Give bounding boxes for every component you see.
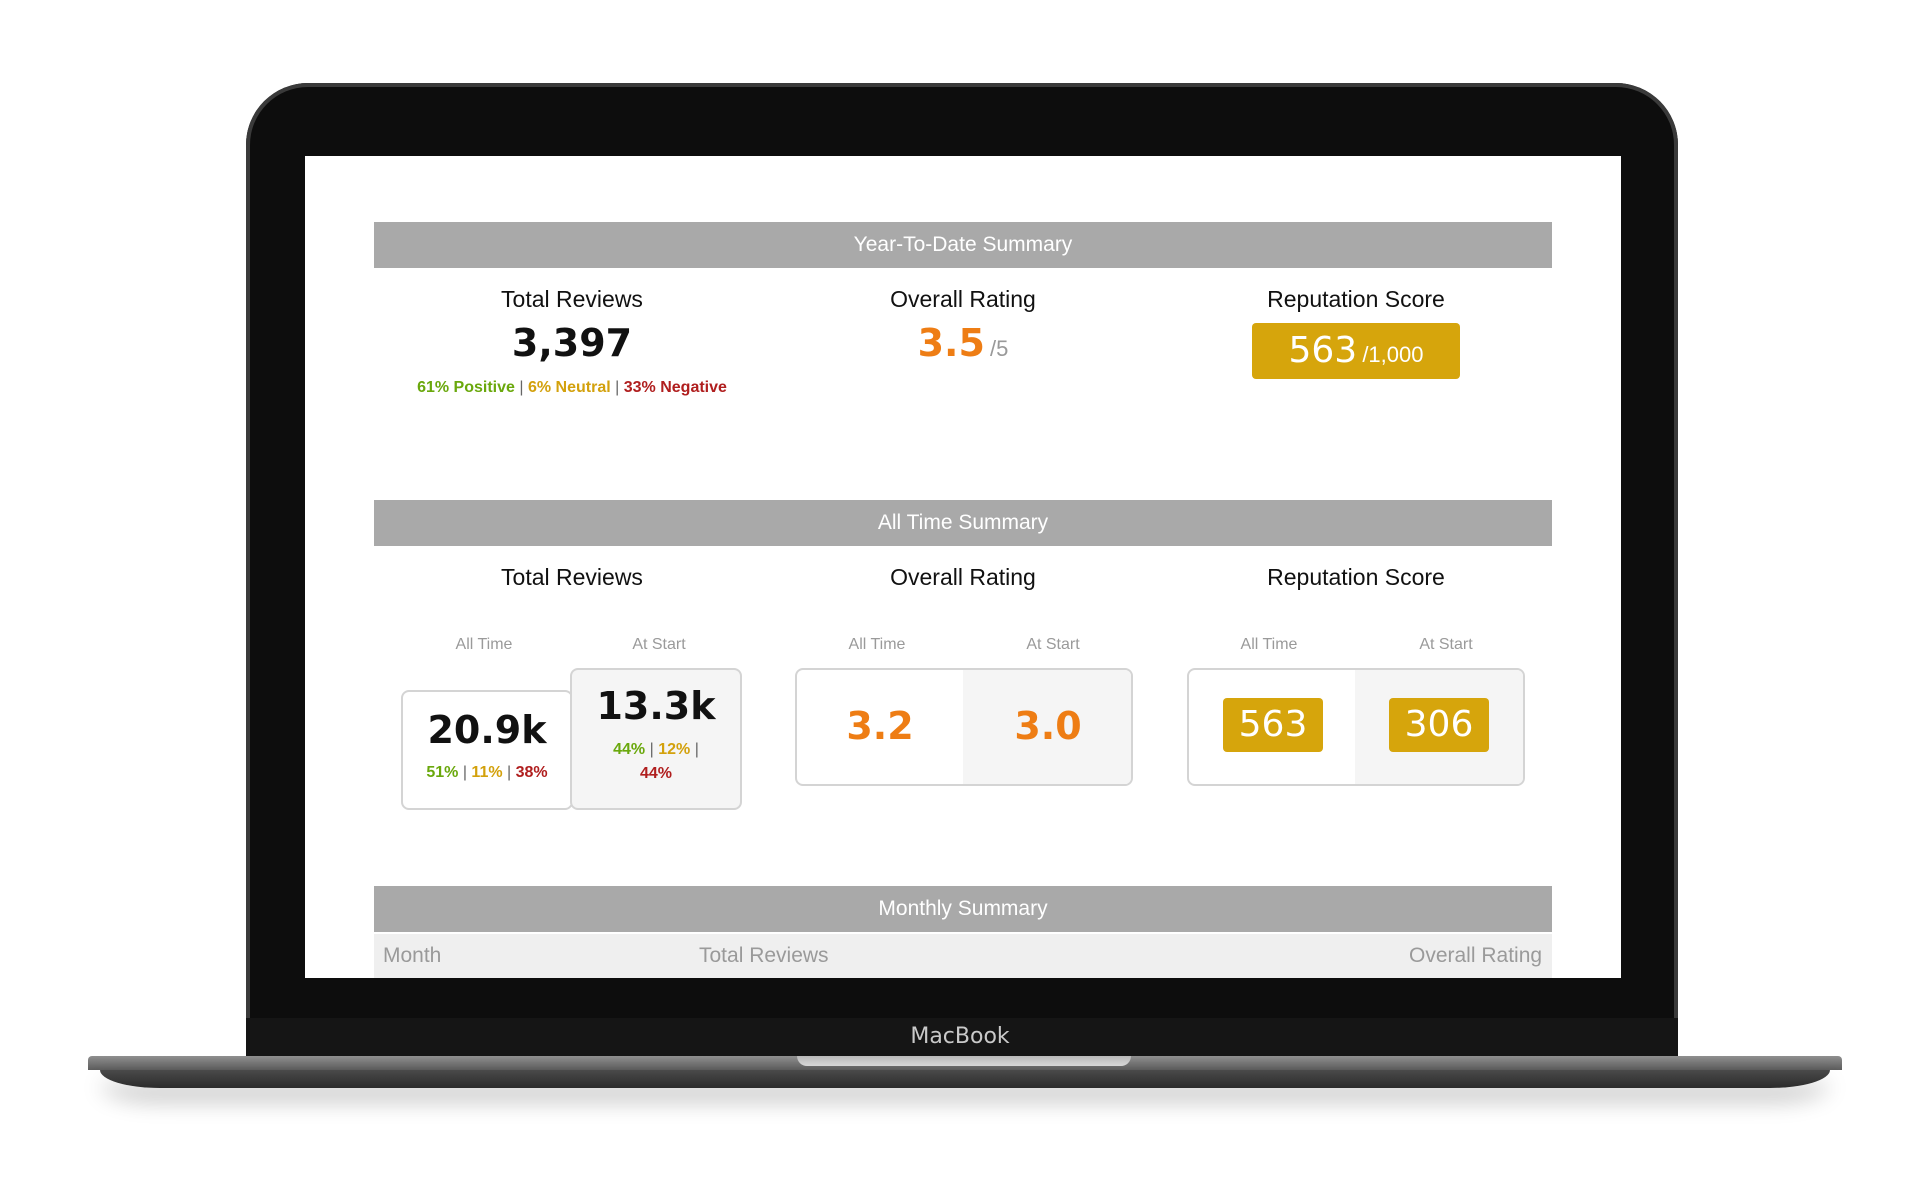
or-box: 3.2 3.0 xyxy=(795,668,1133,786)
ytd-total-reviews-value: 3,397 xyxy=(511,321,633,365)
or-all-time-value: 3.2 xyxy=(846,704,914,748)
tr-all-time-negative: 38% xyxy=(515,764,548,781)
monthly-table-header: Month Total Reviews Overall Rating xyxy=(374,934,1552,978)
tr-at-start-positive: 44% xyxy=(613,741,646,758)
all-time-section-header: All Time Summary xyxy=(374,500,1552,546)
ytd-sentiment-breakdown: 61% Positive | 6% Neutral | 33% Negative xyxy=(417,379,727,396)
ytd-section-header: Year-To-Date Summary xyxy=(374,222,1552,268)
all-time-overall-rating-title: Overall Rating xyxy=(890,564,1036,590)
tr-at-start-value: 13.3k xyxy=(596,684,716,728)
tr-all-time-label: All Time xyxy=(455,636,513,653)
laptop-notch xyxy=(797,1056,1131,1066)
ytd-reputation-scale: /1,000 xyxy=(1362,342,1424,367)
tr-all-time-value: 20.9k xyxy=(427,708,547,752)
tr-at-start-breakdown: 44% | 12% | 44% xyxy=(613,741,699,782)
ytd-total-reviews: Total Reviews 3,397 61% Positive | 6% Ne… xyxy=(374,286,770,397)
ytd-overall-rating: Overall Rating 3.5 /5 xyxy=(765,286,1161,365)
rs-all-time-label: All Time xyxy=(1240,636,1298,653)
ytd-overall-rating-title: Overall Rating xyxy=(890,286,1036,312)
or-all-time-label: All Time xyxy=(848,636,906,653)
tr-at-start-box: 13.3k 44% | 12% | 44% xyxy=(570,668,742,810)
column-header-overall-rating[interactable]: Overall Rating xyxy=(1409,944,1542,968)
column-header-total-reviews[interactable]: Total Reviews xyxy=(699,944,829,968)
ytd-neutral-label: Neutral xyxy=(555,379,611,396)
tr-all-time-breakdown: 51% | 11% | 38% xyxy=(426,764,548,781)
ytd-positive-label: Positive xyxy=(453,379,515,396)
tr-all-time-neutral: 11% xyxy=(471,764,503,781)
tr-all-time-positive: 51% xyxy=(426,764,459,781)
monthly-section-header: Monthly Summary xyxy=(374,886,1552,932)
or-at-start-value: 3.0 xyxy=(1014,704,1082,748)
device-brand-label: MacBook xyxy=(910,1024,1010,1049)
dashboard-screen: Year-To-Date Summary Total Reviews 3,397… xyxy=(305,156,1621,978)
all-time-reputation-score-title-wrap: Reputation Score xyxy=(1158,564,1554,591)
all-time-reputation-score-title: Reputation Score xyxy=(1267,564,1445,590)
tr-at-start-neutral: 12% xyxy=(658,741,691,758)
all-time-total-reviews-title-wrap: Total Reviews xyxy=(374,564,770,591)
tr-at-start-label: At Start xyxy=(632,636,686,653)
ytd-total-reviews-title: Total Reviews xyxy=(501,286,643,312)
rs-at-start-label: At Start xyxy=(1419,636,1473,653)
ytd-positive-pct: 61% xyxy=(417,379,450,396)
rs-box: 563 306 xyxy=(1187,668,1525,786)
rs-at-start-value: 306 xyxy=(1389,698,1489,752)
all-time-overall-rating-title-wrap: Overall Rating xyxy=(765,564,1161,591)
ytd-rating-value: 3.5 xyxy=(917,321,985,365)
tr-all-time-box: 20.9k 51% | 11% | 38% xyxy=(401,690,573,810)
column-header-month[interactable]: Month xyxy=(383,944,441,968)
ytd-neutral-pct: 6% xyxy=(527,379,552,396)
or-at-start-label: At Start xyxy=(1026,636,1080,653)
ytd-negative-pct: 33% xyxy=(623,379,656,396)
ytd-reputation-badge: 563 /1,000 xyxy=(1252,323,1460,379)
ytd-negative-label: Negative xyxy=(660,379,727,396)
ytd-reputation-score: Reputation Score 563 /1,000 xyxy=(1158,286,1554,379)
ytd-rating-scale: /5 xyxy=(990,336,1009,361)
tr-at-start-negative: 44% xyxy=(639,765,673,782)
ytd-reputation-value: 563 xyxy=(1288,330,1358,371)
ytd-reputation-score-title: Reputation Score xyxy=(1267,286,1445,312)
all-time-total-reviews-title: Total Reviews xyxy=(501,564,643,590)
rs-all-time-value: 563 xyxy=(1223,698,1323,752)
laptop-base-shadow xyxy=(100,1070,1830,1088)
